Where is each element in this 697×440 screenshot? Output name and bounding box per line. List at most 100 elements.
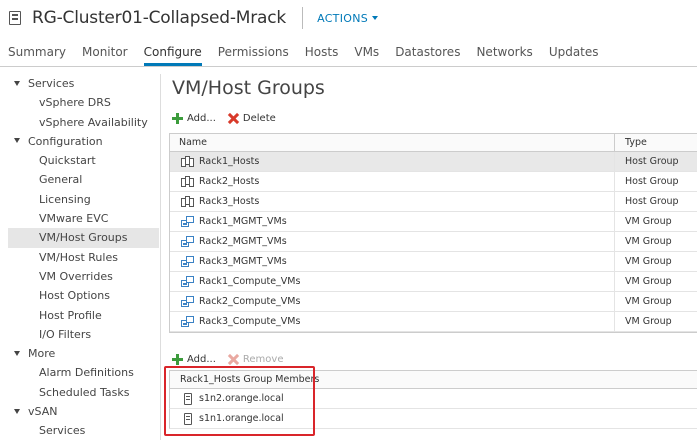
row-name-cell: Rack3_MGMT_VMs: [170, 252, 615, 271]
row-name-cell: Rack1_Compute_VMs: [170, 272, 615, 291]
tab-permissions[interactable]: Permissions: [210, 42, 297, 66]
row-type: VM Group: [625, 216, 672, 227]
table-row[interactable]: Rack2_MGMT_VMs VM Group: [170, 232, 697, 252]
tab-summary[interactable]: Summary: [0, 42, 74, 66]
vm-group-icon: [181, 275, 194, 288]
column-header-type[interactable]: Type: [615, 134, 697, 151]
groups-table: Name Type Rack1_Hosts Host Group Rack2_H…: [169, 133, 697, 333]
tab-updates[interactable]: Updates: [541, 42, 607, 66]
vm-group-icon: [181, 215, 194, 228]
groups-toolbar: Add... Delete: [172, 110, 288, 126]
sidebar-group-services[interactable]: Services: [8, 74, 159, 93]
title-row: RG-Cluster01-Collapsed-Mrack ACTIONS: [8, 6, 379, 30]
sidebar-group-vsan[interactable]: vSAN: [8, 402, 159, 421]
host-group-icon: [181, 195, 194, 208]
collapse-triangle-icon: [14, 408, 20, 414]
row-name: Rack2_Hosts: [199, 176, 260, 187]
add-group-button[interactable]: Add...: [172, 112, 216, 124]
row-type: Host Group: [625, 156, 679, 167]
host-group-icon: [181, 175, 194, 188]
title-divider: [302, 7, 304, 29]
plus-icon: [172, 112, 183, 124]
sidebar-item-vm-overrides[interactable]: VM Overrides: [8, 267, 159, 286]
row-name: Rack3_Hosts: [199, 196, 260, 207]
row-type: Host Group: [625, 196, 679, 207]
table-row[interactable]: Rack3_MGMT_VMs VM Group: [170, 252, 697, 272]
sidebar-item-alarm-definitions[interactable]: Alarm Definitions: [8, 363, 159, 382]
table-row[interactable]: Rack1_MGMT_VMs VM Group: [170, 212, 697, 232]
table-row[interactable]: Rack3_Hosts Host Group: [170, 192, 697, 212]
configure-sidebar: Services vSphere DRS vSphere Availabilit…: [8, 74, 159, 440]
vm-group-icon: [181, 315, 194, 328]
sidebar-item-general[interactable]: General: [8, 170, 159, 189]
header-divider: [0, 66, 697, 67]
tab-configure[interactable]: Configure: [136, 42, 210, 66]
table-row[interactable]: Rack1_Hosts Host Group: [170, 152, 697, 172]
sidebar-item-vsphere-drs[interactable]: vSphere DRS: [8, 93, 159, 112]
sidebar-item-vm-host-rules[interactable]: VM/Host Rules: [8, 248, 159, 267]
members-toolbar: Add... Remove: [172, 352, 296, 366]
row-name-cell: Rack2_Hosts: [170, 172, 615, 191]
row-name: Rack3_MGMT_VMs: [199, 256, 287, 267]
object-tabs: Summary Monitor Configure Permissions Ho…: [0, 42, 607, 66]
sidebar-group-more[interactable]: More: [8, 344, 159, 363]
row-type: VM Group: [625, 256, 672, 267]
sidebar-item-io-filters[interactable]: I/O Filters: [8, 325, 159, 344]
add-member-button[interactable]: Add...: [172, 353, 216, 365]
sidebar-item-quickstart[interactable]: Quickstart: [8, 151, 159, 170]
row-name-cell: Rack3_Hosts: [170, 192, 615, 211]
vm-group-icon: [181, 255, 194, 268]
add-member-label: Add...: [187, 353, 216, 365]
column-header-name[interactable]: Name: [170, 134, 615, 151]
tab-networks[interactable]: Networks: [468, 42, 540, 66]
row-name-cell: Rack3_Compute_VMs: [170, 312, 615, 331]
collapse-triangle-icon: [14, 350, 20, 356]
table-row[interactable]: Rack3_Compute_VMs VM Group: [170, 312, 697, 332]
object-header: RG-Cluster01-Collapsed-Mrack ACTIONS Sum…: [0, 0, 697, 72]
tab-vms[interactable]: VMs: [346, 42, 387, 66]
delete-group-button[interactable]: Delete: [228, 113, 276, 124]
sidebar-group-label: Configuration: [28, 134, 103, 148]
remove-x-icon: [228, 354, 239, 365]
sidebar-item-vm-host-groups[interactable]: VM/Host Groups: [8, 228, 159, 248]
row-type: VM Group: [625, 316, 672, 327]
tab-datastores[interactable]: Datastores: [387, 42, 468, 66]
sidebar-item-vsphere-availability[interactable]: vSphere Availability: [8, 113, 159, 132]
row-name-cell: Rack1_Hosts: [170, 152, 615, 171]
sidebar-item-vsan-services[interactable]: Services: [8, 421, 159, 440]
collapse-triangle-icon: [14, 80, 20, 86]
row-type: VM Group: [625, 276, 672, 287]
actions-menu-button[interactable]: ACTIONS: [317, 11, 379, 25]
row-name: Rack1_Compute_VMs: [199, 276, 301, 287]
tab-hosts[interactable]: Hosts: [297, 42, 347, 66]
row-name: Rack2_Compute_VMs: [199, 296, 301, 307]
row-name-cell: Rack1_MGMT_VMs: [170, 212, 615, 231]
sidebar-item-host-profile[interactable]: Host Profile: [8, 306, 159, 325]
sidebar-item-vmware-evc[interactable]: VMware EVC: [8, 209, 159, 228]
sidebar-item-scheduled-tasks[interactable]: Scheduled Tasks: [8, 383, 159, 402]
row-name-cell: Rack2_MGMT_VMs: [170, 232, 615, 251]
row-type: Host Group: [625, 176, 679, 187]
row-type: VM Group: [625, 236, 672, 247]
sidebar-item-licensing[interactable]: Licensing: [8, 190, 159, 209]
chevron-down-icon: [372, 16, 379, 20]
sidebar-group-configuration[interactable]: Configuration: [8, 132, 159, 151]
page-title: VM/Host Groups: [172, 77, 325, 99]
actions-label: ACTIONS: [317, 11, 369, 25]
table-row[interactable]: Rack2_Hosts Host Group: [170, 172, 697, 192]
page-object-title: RG-Cluster01-Collapsed-Mrack: [32, 8, 287, 28]
table-row[interactable]: Rack1_Compute_VMs VM Group: [170, 272, 697, 292]
table-row[interactable]: Rack2_Compute_VMs VM Group: [170, 292, 697, 312]
row-type: VM Group: [625, 296, 672, 307]
sidebar-group-label: Services: [28, 77, 75, 90]
plus-icon: [172, 353, 183, 365]
row-name: Rack1_Hosts: [199, 156, 260, 167]
annotation-highlight-box: [164, 366, 315, 436]
sidebar-item-host-options[interactable]: Host Options: [8, 286, 159, 305]
collapse-triangle-icon: [14, 138, 20, 144]
cluster-icon: [8, 10, 24, 26]
tab-monitor[interactable]: Monitor: [74, 42, 136, 66]
delete-label: Delete: [242, 112, 276, 124]
host-group-icon: [181, 155, 194, 168]
remove-member-button[interactable]: Remove: [228, 354, 284, 365]
